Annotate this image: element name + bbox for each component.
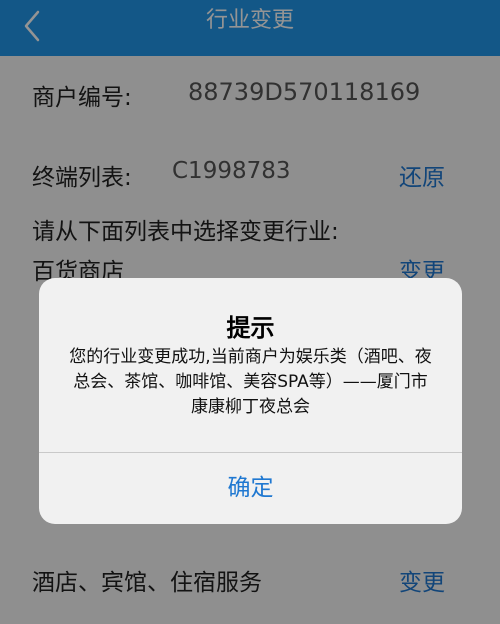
confirm-button[interactable]: 确定 [39, 453, 462, 524]
dialog-title: 提示 [226, 314, 275, 342]
dialog-message: 您的行业变更成功,当前商户为娱乐类（酒吧、夜总会、茶馆、咖啡馆、美容SPA等）—… [69, 347, 432, 417]
alert-dialog: 提示 您的行业变更成功,当前商户为娱乐类（酒吧、夜总会、茶馆、咖啡馆、美容SPA… [39, 278, 462, 524]
